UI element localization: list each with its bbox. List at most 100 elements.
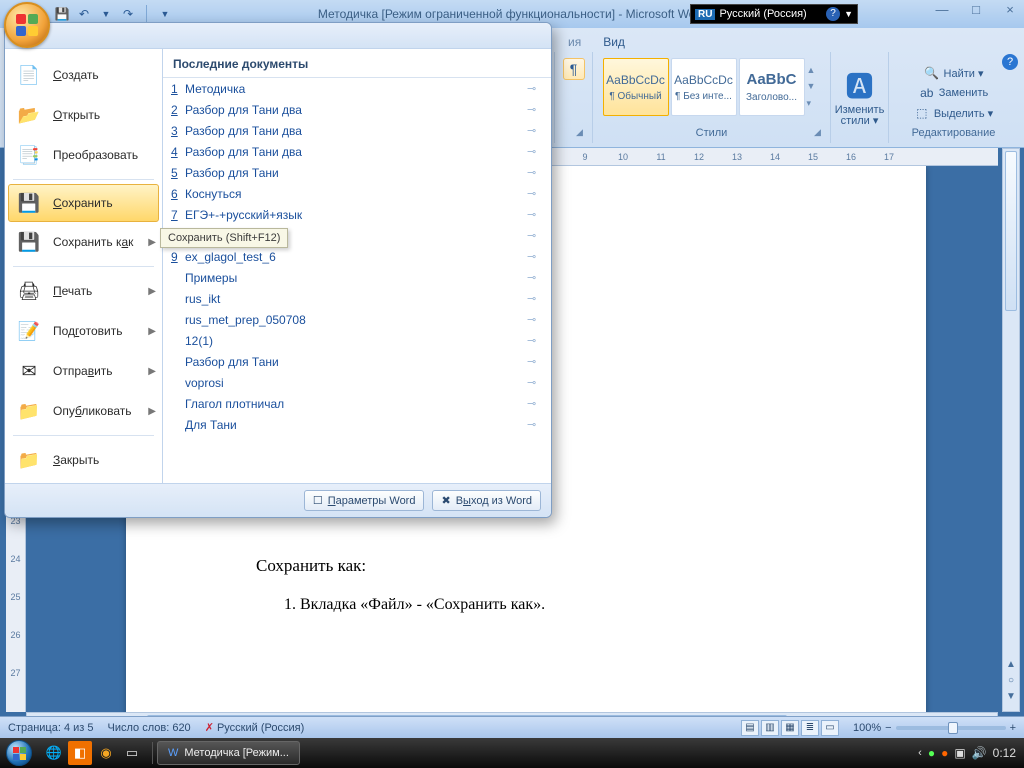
list-item-1[interactable]: 1. Вкладка «Файл» - «Сохранить как». xyxy=(284,596,545,614)
menu-publish[interactable]: 📁Опубликовать▶ xyxy=(5,391,162,431)
status-words[interactable]: Число слов: 620 xyxy=(108,722,191,734)
menu-close[interactable]: 📁Закрыть xyxy=(5,440,162,480)
recent-doc[interactable]: voprosi⊸ xyxy=(163,372,551,393)
lang-dd-icon[interactable]: ▼ xyxy=(844,9,853,19)
tray-network-icon[interactable]: ▣ xyxy=(954,746,965,760)
styles-more[interactable]: ▾ xyxy=(807,98,821,109)
find-button[interactable]: 🔍Найти ▾ xyxy=(924,63,984,83)
pin-icon[interactable]: ⊸ xyxy=(527,355,543,368)
pin-icon[interactable]: ⊸ xyxy=(527,397,543,410)
zoom-knob[interactable] xyxy=(948,722,958,734)
clock[interactable]: 0:12 xyxy=(993,746,1016,760)
pin-icon[interactable]: ⊸ xyxy=(527,334,543,347)
vertical-scrollbar[interactable]: ▲ ○ ▼ xyxy=(1002,148,1020,712)
menu-send[interactable]: ✉Отправить▶ xyxy=(5,351,162,391)
recent-doc[interactable]: 7ЕГЭ+-+русский+язык⊸ xyxy=(163,204,551,225)
heading-saveas[interactable]: Сохранить как: xyxy=(256,556,366,576)
style-heading[interactable]: AaBbC Заголово... xyxy=(739,58,805,116)
tray-icon-1[interactable]: ● xyxy=(928,746,935,760)
recent-doc[interactable]: Для Тани⊸ xyxy=(163,414,551,435)
pin-icon[interactable]: ⊸ xyxy=(527,103,543,116)
pin-icon[interactable]: ⊸ xyxy=(527,145,543,158)
qat-undo-icon[interactable]: ↶ xyxy=(76,6,92,22)
pin-icon[interactable]: ⊸ xyxy=(527,229,543,242)
recent-doc[interactable]: 2Разбор для Тани два⊸ xyxy=(163,99,551,120)
recent-doc[interactable]: rus_ikt⊸ xyxy=(163,288,551,309)
pin-icon[interactable]: ⊸ xyxy=(527,418,543,431)
start-button[interactable] xyxy=(0,738,38,768)
exit-word-button[interactable]: ✖Выход из Word xyxy=(432,490,541,511)
taskbar-word-button[interactable]: WМетодичка [Режим... xyxy=(157,741,300,765)
tray-volume-icon[interactable]: 🔊 xyxy=(972,746,987,760)
style-nospacing[interactable]: AaBbCcDc ¶ Без инте... xyxy=(671,58,737,116)
word-options-button[interactable]: ☐Параметры Word xyxy=(304,490,425,511)
ql-wmp-icon[interactable]: ◉ xyxy=(94,741,118,765)
zoom-value[interactable]: 100% xyxy=(853,722,881,734)
pin-icon[interactable]: ⊸ xyxy=(527,271,543,284)
show-marks-button[interactable]: ¶ xyxy=(563,58,585,80)
lang-help-icon[interactable]: ? xyxy=(826,7,840,21)
styles-dialog-icon[interactable]: ◢ xyxy=(814,127,826,139)
status-lang[interactable]: ✗ Русский (Россия) xyxy=(205,721,305,734)
pin-icon[interactable]: ⊸ xyxy=(527,82,543,95)
pin-icon[interactable]: ⊸ xyxy=(527,313,543,326)
ql-ie-icon[interactable]: 🌐 xyxy=(42,741,66,765)
menu-save[interactable]: 💾Сохранить xyxy=(8,184,159,222)
menu-print[interactable]: 🖨Печать▶ xyxy=(5,271,162,311)
replace-button[interactable]: abЗаменить xyxy=(919,83,988,103)
zoom-in-icon[interactable]: + xyxy=(1010,722,1016,734)
ql-app1-icon[interactable]: ◧ xyxy=(68,741,92,765)
menu-open[interactable]: 📂Открыть xyxy=(5,95,162,135)
qat-redo-icon[interactable]: ↷ xyxy=(120,6,136,22)
para-dialog-icon[interactable]: ◢ xyxy=(576,127,588,139)
view-draft[interactable]: ▭ xyxy=(821,720,839,736)
tray-icon-2[interactable]: ● xyxy=(941,746,948,760)
pin-icon[interactable]: ⊸ xyxy=(527,292,543,305)
tab-partial[interactable]: ия xyxy=(560,32,589,52)
pin-icon[interactable]: ⊸ xyxy=(527,124,543,137)
recent-doc[interactable]: Глагол плотничал⊸ xyxy=(163,393,551,414)
styles-row-dn[interactable]: ▼ xyxy=(807,81,821,91)
recent-doc[interactable]: Примеры⊸ xyxy=(163,267,551,288)
zoom-slider[interactable] xyxy=(896,726,1006,730)
recent-doc[interactable]: Разбор для Тани⊸ xyxy=(163,351,551,372)
view-print-layout[interactable]: ▤ xyxy=(741,720,759,736)
recent-doc[interactable]: 1Методичка⊸ xyxy=(163,78,551,99)
qat-undo-dd[interactable]: ▼ xyxy=(98,6,114,22)
styles-row-up[interactable]: ▲ xyxy=(807,65,821,75)
pin-icon[interactable]: ⊸ xyxy=(527,376,543,389)
language-bar[interactable]: RU Русский (Россия) ? ▼ xyxy=(690,4,858,24)
tray-expand-icon[interactable]: ‹ xyxy=(918,747,922,759)
select-button[interactable]: ⬚Выделить ▾ xyxy=(914,103,993,123)
office-button[interactable] xyxy=(4,2,50,48)
style-normal[interactable]: AaBbCcDc ¶ Обычный xyxy=(603,58,669,116)
browse-object-icon[interactable]: ○ xyxy=(1003,675,1019,691)
lang-code[interactable]: RU xyxy=(695,9,715,20)
pin-icon[interactable]: ⊸ xyxy=(527,166,543,179)
prev-page-icon[interactable]: ▲ xyxy=(1003,659,1019,675)
pin-icon[interactable]: ⊸ xyxy=(527,187,543,200)
recent-doc[interactable]: 6Коснуться⊸ xyxy=(163,183,551,204)
view-full-screen[interactable]: ▥ xyxy=(761,720,779,736)
pin-icon[interactable]: ⊸ xyxy=(527,208,543,221)
menu-new[interactable]: 📄Создать xyxy=(5,55,162,95)
view-outline[interactable]: ≣ xyxy=(801,720,819,736)
status-page[interactable]: Страница: 4 из 5 xyxy=(8,722,94,734)
recent-doc[interactable]: rus_met_prep_050708⊸ xyxy=(163,309,551,330)
close-button[interactable]: × xyxy=(1000,2,1020,17)
menu-prepare[interactable]: 📝Подготовить▶ xyxy=(5,311,162,351)
recent-doc[interactable]: 4Разбор для Тани два⊸ xyxy=(163,141,551,162)
view-web[interactable]: ▦ xyxy=(781,720,799,736)
pin-icon[interactable]: ⊸ xyxy=(527,250,543,263)
recent-doc[interactable]: 5Разбор для Тани⊸ xyxy=(163,162,551,183)
menu-convert[interactable]: 📑Преобразовать xyxy=(5,135,162,175)
menu-saveas[interactable]: 💾Сохранить как▶ xyxy=(5,222,162,262)
change-styles-icon[interactable]: 🅰 xyxy=(840,65,880,105)
qat-save-icon[interactable]: 💾 xyxy=(54,6,70,22)
minimize-button[interactable]: — xyxy=(932,2,952,17)
recent-doc[interactable]: 9ex_glagol_test_6⊸ xyxy=(163,246,551,267)
ql-desktop-icon[interactable]: ▭ xyxy=(120,741,144,765)
zoom-out-icon[interactable]: − xyxy=(885,722,891,734)
maximize-button[interactable]: □ xyxy=(966,2,986,17)
recent-doc[interactable]: 12(1)⊸ xyxy=(163,330,551,351)
